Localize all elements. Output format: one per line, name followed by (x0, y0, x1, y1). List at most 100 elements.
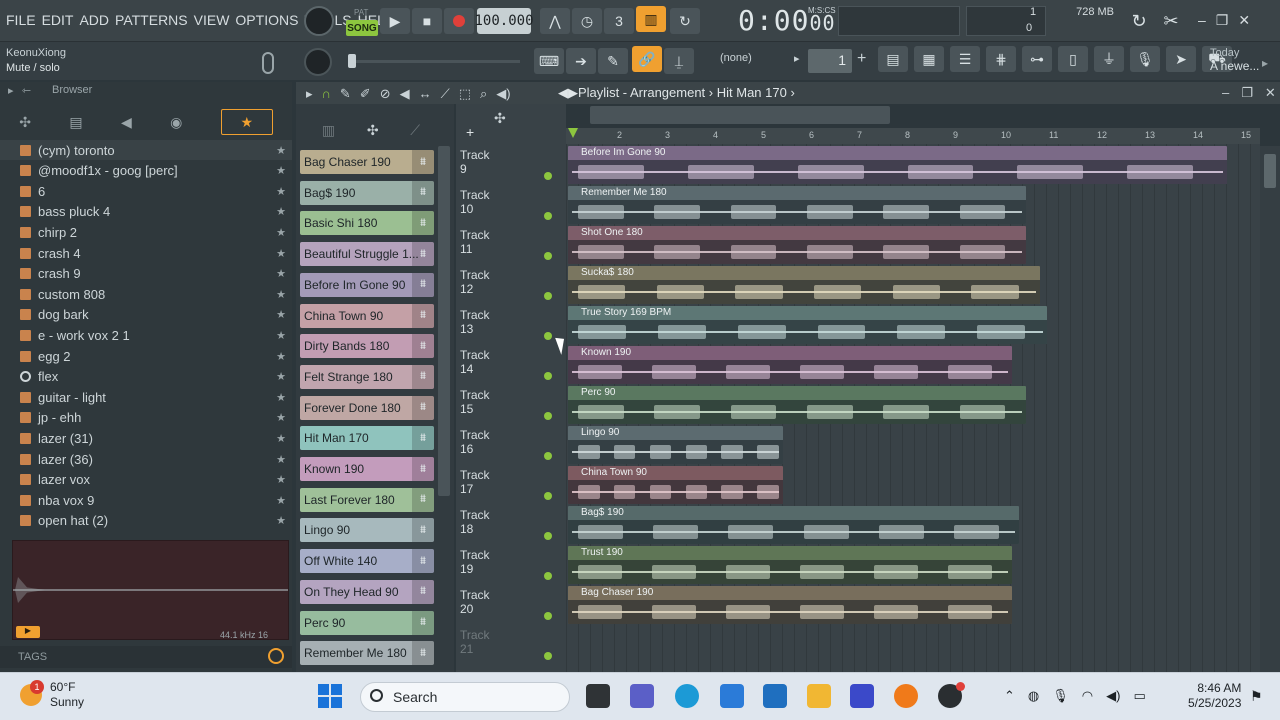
track-name[interactable]: Track 9 (460, 148, 490, 176)
tab-project-icon[interactable]: ▤ (69, 114, 82, 131)
menu-add[interactable]: ADD (79, 12, 109, 28)
audio-clip[interactable]: Trust 190 (568, 546, 1012, 584)
track-mute-led[interactable] (544, 372, 552, 380)
preview-play-icon[interactable]: ▶ (16, 626, 40, 638)
browser-item[interactable]: 6 ★ (0, 181, 292, 201)
taskbar-search[interactable]: Search (360, 682, 570, 712)
picker-item[interactable]: Hit Man 170 ⩩ (300, 426, 434, 451)
tab-speaker-icon[interactable]: ◀ (121, 114, 132, 131)
slice-icon[interactable]: ⟋ (441, 86, 450, 102)
options-arrow-icon[interactable]: ▸ (306, 86, 313, 102)
browser-item[interactable]: crash 4 ★ (0, 243, 292, 263)
playback-icon[interactable]: ◀) (496, 86, 510, 102)
stop-button[interactable]: ■ (412, 8, 442, 34)
close-icon[interactable]: ✕ (1265, 85, 1276, 101)
delete-icon[interactable]: ⊘ (380, 86, 391, 102)
playlist-window-button[interactable]: ▤ (878, 46, 908, 72)
playhead-marker[interactable] (568, 128, 578, 138)
sample-preview[interactable] (12, 540, 289, 640)
record-button[interactable] (444, 8, 474, 34)
volume-icon[interactable]: ◀) (1106, 688, 1120, 704)
zoom-icon[interactable]: ⌕ (480, 86, 487, 102)
pitch-knob[interactable] (304, 48, 332, 76)
search-icon[interactable] (268, 648, 284, 664)
arrangement-name[interactable]: Hit Man 170 (717, 85, 787, 100)
star-icon[interactable]: ★ (276, 164, 286, 177)
star-icon[interactable]: ★ (276, 185, 286, 198)
track-mute-led[interactable] (544, 532, 552, 540)
audio-clip[interactable]: True Story 169 BPM (568, 306, 1047, 344)
star-icon[interactable]: ★ (276, 411, 286, 424)
news-scroll-icon[interactable]: ▸ (1262, 56, 1268, 70)
browser-item[interactable]: dog bark ★ (0, 305, 292, 325)
typing-keyboard-button[interactable]: ⌨ (534, 48, 564, 74)
pencil-mode-button[interactable]: ✎ (598, 48, 628, 74)
track-name[interactable]: Track 15 (460, 388, 490, 416)
picker-item[interactable]: Known 190 ⩩ (300, 457, 434, 481)
audio-clip[interactable]: Known 190 (568, 346, 1012, 384)
mic-tray-icon[interactable]: 🎙 (1052, 688, 1069, 704)
picker-patterns-icon[interactable]: ▥ (322, 122, 335, 142)
windows-start-icon[interactable] (318, 684, 342, 708)
track-name[interactable]: Track 18 (460, 508, 490, 536)
track-name[interactable]: Track 12 (460, 268, 490, 296)
track-mute-led[interactable] (544, 172, 552, 180)
song-mode-button[interactable]: SONG (346, 20, 378, 36)
track-mode-icon[interactable]: ✣ (494, 110, 506, 127)
battery-icon[interactable]: ▭ (1133, 688, 1145, 704)
master-pitch-slider[interactable] (350, 60, 520, 63)
tab-plugin-icon[interactable]: ◉ (170, 114, 182, 131)
picker-item[interactable]: Basic Shi 180 ⩩ (300, 211, 434, 236)
refresh-button[interactable]: ↻ (1124, 8, 1154, 34)
audio-clip[interactable]: Perc 90 (568, 386, 1026, 424)
maximize-icon[interactable]: ❐ (1241, 85, 1253, 101)
track-mute-led[interactable] (544, 212, 552, 220)
menu-view[interactable]: VIEW (194, 12, 230, 28)
project-browser-button[interactable]: ▯ (1058, 46, 1088, 72)
browser-item[interactable]: flex ★ (0, 367, 292, 387)
star-icon[interactable]: ★ (276, 432, 286, 445)
picker-audio-icon[interactable]: ✣ (367, 122, 379, 142)
star-icon[interactable]: ★ (276, 308, 286, 321)
maximize-icon[interactable]: ❐ (1216, 12, 1229, 29)
step-edit-button[interactable]: ▥ (636, 6, 666, 32)
task-view-icon[interactable] (586, 684, 610, 708)
track-mute-led[interactable] (544, 652, 552, 660)
slider-handle[interactable] (348, 54, 356, 68)
browser-item[interactable]: bass pluck 4 ★ (0, 202, 292, 222)
horizontal-scrollbar[interactable] (590, 106, 890, 124)
picker-item[interactable]: Before Im Gone 90 ⩩ (300, 272, 434, 297)
star-icon[interactable]: ★ (276, 329, 286, 342)
track-name[interactable]: Track 10 (460, 188, 490, 216)
track-mute-led[interactable] (544, 492, 552, 500)
picker-item[interactable]: Bag Chaser 190 ⩩ (300, 150, 434, 174)
tab-starred-icon[interactable]: ★ (220, 109, 273, 135)
track-mute-led[interactable] (544, 252, 552, 260)
vertical-scrollbar[interactable] (1260, 146, 1280, 672)
star-icon[interactable]: ★ (276, 288, 286, 301)
star-icon[interactable]: ★ (276, 370, 286, 383)
add-pattern-icon[interactable]: + (857, 50, 866, 68)
audio-clip[interactable]: China Town 90 (568, 466, 783, 504)
add-track-icon[interactable]: + (466, 124, 474, 140)
file-explorer-icon[interactable] (807, 684, 831, 708)
vertical-scroll-thumb[interactable] (1264, 154, 1276, 188)
arrange-arrows-icon[interactable]: ◀▶ (558, 85, 578, 101)
star-icon[interactable]: ★ (276, 226, 286, 239)
star-icon[interactable]: ★ (276, 267, 286, 280)
magnet-icon[interactable]: ∩ (322, 86, 331, 102)
browser-item[interactable]: nba vox 9 ★ (0, 490, 292, 510)
network-icon[interactable]: ◍ (1028, 688, 1039, 704)
track-name[interactable]: Track 14 (460, 348, 490, 376)
browser-item[interactable]: lazer (31) ★ (0, 428, 292, 448)
audio-clip[interactable]: Lingo 90 (568, 426, 783, 464)
browser-item[interactable]: jp - ehh ★ (0, 408, 292, 428)
pattern-selector[interactable]: (none) (720, 52, 752, 64)
browser-item[interactable]: egg 2 ★ (0, 346, 292, 366)
notifications-icon[interactable]: ⚑ (1250, 688, 1263, 705)
select-icon[interactable]: ⬚ (459, 86, 471, 102)
news-panel[interactable]: Today A newe... (1210, 47, 1259, 73)
track-mute-led[interactable] (544, 292, 552, 300)
tab-all-icon[interactable]: ✣ (19, 114, 31, 131)
mute-icon[interactable]: ◀ (400, 86, 410, 102)
